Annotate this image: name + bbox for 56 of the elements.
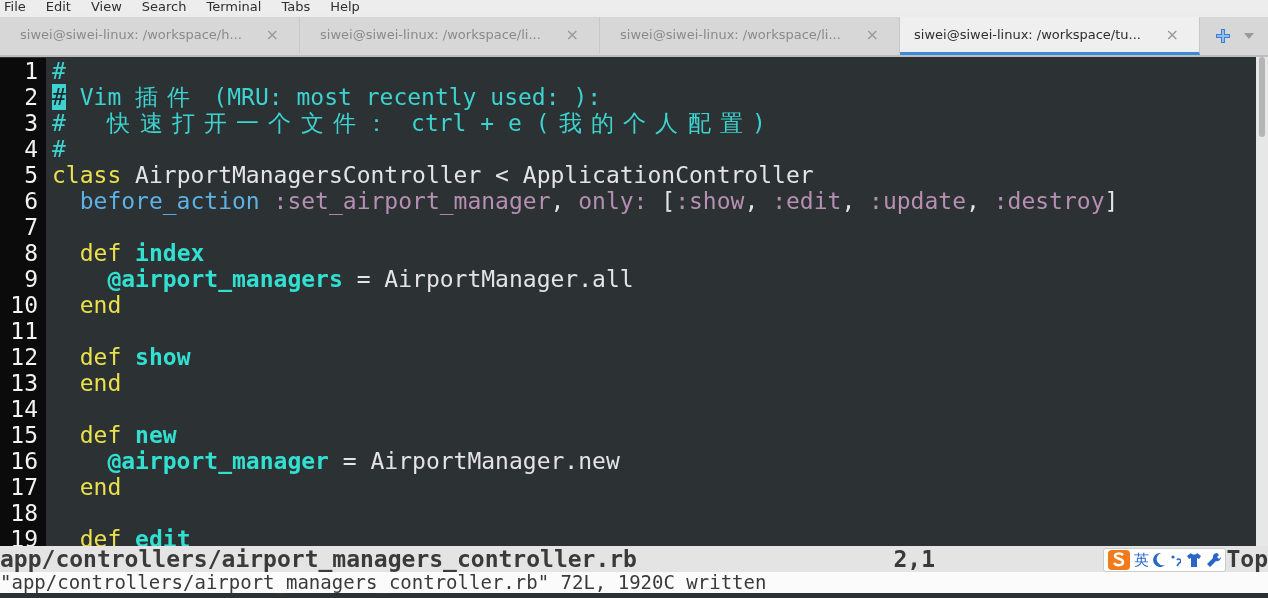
wrench-icon[interactable] [1207, 553, 1222, 567]
code-line: # Vim 插件 (MRU: most recently used: ): [52, 84, 602, 110]
menu-item[interactable]: Help [330, 0, 360, 13]
menu-item[interactable]: File [4, 0, 26, 13]
code-line: def new [78, 422, 177, 448]
line-number: 16 [0, 448, 46, 474]
terminal-tab[interactable]: siwei@siwei-linux: /workspace/tu... × [900, 17, 1200, 55]
line-number: 15 [0, 422, 46, 448]
line-number: 12 [0, 344, 46, 370]
code-line: end [78, 292, 122, 318]
code-line: end [78, 370, 122, 396]
menu-item[interactable]: Tabs [281, 0, 311, 13]
ime-logo-icon[interactable] [1108, 550, 1131, 570]
code-line: # 快速打开一个文件： ctrl + e (我的个人配置) [52, 110, 775, 136]
ime-mode[interactable]: 英 [1134, 550, 1150, 570]
line-number: 14 [0, 396, 46, 422]
menu-item[interactable]: Edit [45, 0, 71, 13]
line-number: 17 [0, 474, 46, 500]
punctuation-icon[interactable] [1171, 553, 1182, 567]
code-line: @airport_managers = AirportManager.all [106, 266, 634, 292]
line-number: 7 [0, 214, 46, 240]
shirt-icon[interactable] [1187, 553, 1202, 567]
line-number: 4 [0, 136, 46, 162]
line-number: 10 [0, 292, 46, 318]
line-number: 1 [0, 58, 46, 84]
code-line: end [78, 474, 122, 500]
code-line: before_action :set_airport_manager, only: [:show, :edit, :update, :destroy] [78, 188, 1119, 214]
code-line: # [52, 58, 66, 84]
line-number: 3 [0, 110, 46, 136]
text-cursor: # [52, 84, 66, 110]
line-number: 8 [0, 240, 46, 266]
menu-item[interactable]: Search [141, 0, 187, 13]
cursor-position: 2,1 [893, 546, 936, 572]
code-line: def show [78, 344, 191, 370]
scrollbar-thumb[interactable] [1259, 57, 1265, 137]
code-line: class AirportManagersController < ApplicationController [52, 162, 814, 188]
code-line: @airport_manager = AirportManager.new [106, 448, 620, 474]
line-number: 9 [0, 266, 46, 292]
line-number: 6 [0, 188, 46, 214]
scrollbar[interactable] [1256, 57, 1268, 546]
ime-toolbar[interactable]: 英 [1103, 548, 1227, 572]
line-number: 13 [0, 370, 46, 396]
file-path: app/controllers/airport_managers_controller.rb [0, 546, 638, 572]
line-number: 2 [0, 84, 46, 110]
menu-item[interactable]: Terminal [206, 0, 262, 13]
plus-icon[interactable] [1216, 29, 1230, 43]
status-message: "app/controllers/airport_managers_controller.rb" 72L, 1920C written [0, 572, 767, 593]
dropdown-icon[interactable] [1244, 33, 1254, 39]
code-line: def index [78, 240, 205, 266]
line-number: 5 [0, 162, 46, 188]
moon-icon[interactable] [1153, 553, 1166, 567]
menu-item[interactable]: View [90, 0, 122, 13]
line-number: 11 [0, 318, 46, 344]
scroll-position: Top [1226, 546, 1268, 572]
code-line: # [52, 136, 66, 162]
line-number: 18 [0, 500, 46, 526]
